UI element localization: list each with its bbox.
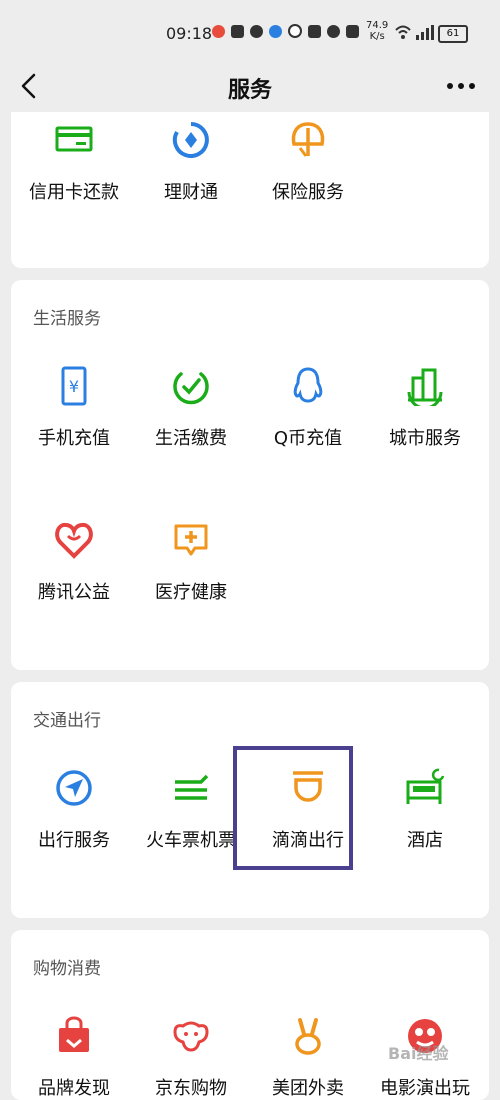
grid-item-jd[interactable]: 京东购物 xyxy=(132,1016,250,1100)
svg-text:¥: ¥ xyxy=(69,377,79,396)
hotel-bed-icon xyxy=(406,768,445,804)
city-service-icon xyxy=(407,368,443,406)
section-title: 生活服务 xyxy=(33,309,101,329)
section-title: 购物消费 xyxy=(33,959,101,979)
utility-payment-icon xyxy=(173,372,209,405)
grid-item-meituan[interactable]: 美团外卖 xyxy=(249,1016,367,1100)
shopping-card: 购物消费 品牌发现 京东购物 美团外卖 电影演出玩 xyxy=(11,930,489,1100)
status-time: 09:18 xyxy=(166,24,213,43)
app-notification-icon xyxy=(269,24,282,38)
medical-icon xyxy=(174,524,208,556)
grid-item-city[interactable]: 城市服务 xyxy=(366,366,484,450)
chat-notification-icon xyxy=(250,24,263,38)
grid-item-train-flight[interactable]: 火车票机票 xyxy=(132,768,250,852)
hd-icon xyxy=(288,24,302,38)
nav-bar: 服务 xyxy=(0,62,500,110)
page-title: 服务 xyxy=(227,78,272,103)
meituan-rabbit-icon xyxy=(295,1018,321,1055)
wifi-signal-icon xyxy=(395,25,434,40)
more-icon[interactable] xyxy=(446,82,476,90)
grid-item-charity[interactable]: 腾讯公益 xyxy=(15,520,133,604)
battery-icon: 61 xyxy=(438,25,468,43)
finance-card: 信用卡还款 理财通 保险服务 xyxy=(11,112,489,268)
charity-heart-icon xyxy=(55,523,93,559)
net-speed: 74.9 K/s xyxy=(366,20,389,42)
alarm-icon xyxy=(327,24,340,38)
notification-icons xyxy=(212,24,359,38)
status-bar: 09:18 74.9 K/s 61 xyxy=(0,0,500,62)
brand-bag-icon xyxy=(59,1016,89,1052)
grid-item-didi[interactable]: 滴滴出行 xyxy=(249,768,367,852)
grid-item-wealth[interactable]: 理财通 xyxy=(132,120,250,204)
didi-icon xyxy=(293,771,323,802)
grid-item-travel[interactable]: 出行服务 xyxy=(15,768,133,852)
grid-item-utility[interactable]: 生活缴费 xyxy=(132,366,250,450)
nfc-icon xyxy=(308,24,321,38)
qq-coin-icon xyxy=(293,367,323,403)
grid-item-phone-recharge[interactable]: ¥ 手机充值 xyxy=(15,366,133,450)
grid-item-brand[interactable]: 品牌发现 xyxy=(15,1016,133,1100)
transport-card: 交通出行 出行服务 火车票机票 滴滴出行 酒店 xyxy=(11,682,489,918)
umbrella-icon xyxy=(291,122,325,157)
grid-item-medical[interactable]: 医疗健康 xyxy=(132,520,250,604)
credit-card-icon xyxy=(55,126,93,152)
watermark: Bai经验 xyxy=(388,1044,449,1063)
train-icon xyxy=(175,774,209,800)
grid-item-qcoin[interactable]: Q币充值 xyxy=(249,366,367,450)
wealth-icon xyxy=(172,122,209,158)
navigation-icon xyxy=(56,770,92,806)
life-services-card: 生活服务 ¥ 手机充值 生活缴费 Q币充值 城市服务 腾讯公益 医疗健康 xyxy=(11,280,489,670)
jd-dog-icon xyxy=(173,1021,209,1052)
grid-item-insurance[interactable]: 保险服务 xyxy=(249,120,367,204)
grid-item-hotel[interactable]: 酒店 xyxy=(366,768,484,852)
app-notification-icon xyxy=(212,24,225,38)
grid-item-credit-card[interactable]: 信用卡还款 xyxy=(15,120,133,204)
app-notification-icon xyxy=(231,24,244,38)
phone-recharge-icon: ¥ xyxy=(61,366,87,406)
section-title: 交通出行 xyxy=(33,711,101,731)
mute-icon xyxy=(346,24,359,38)
